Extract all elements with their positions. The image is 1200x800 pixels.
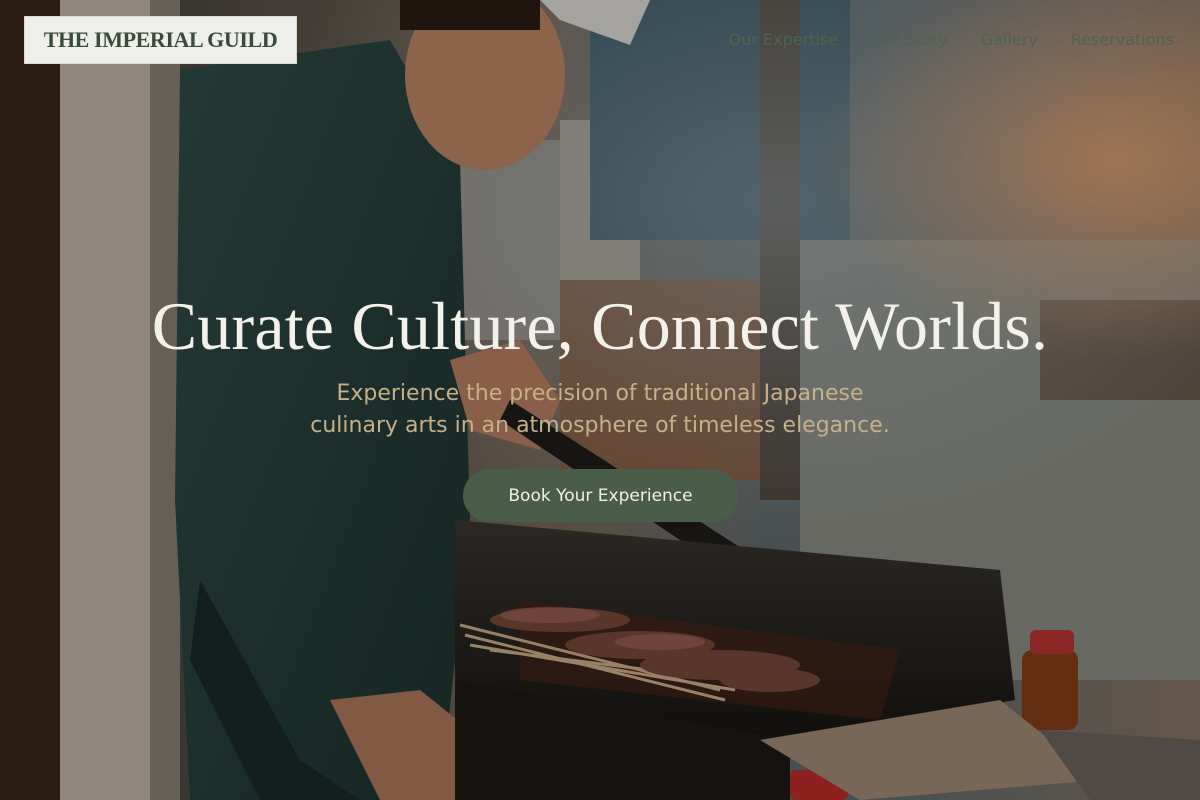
nav-link-our-story[interactable]: Our Story <box>871 30 948 49</box>
hero-subline-line-1: Experience the precision of traditional … <box>336 381 864 406</box>
nav-link-gallery[interactable]: Gallery <box>981 30 1038 49</box>
nav-link-our-expertise[interactable]: Our Expertise <box>729 30 838 49</box>
hero-subline-line-2: culinary arts in an atmosphere of timele… <box>310 413 890 438</box>
nav-link-reservations[interactable]: Reservations <box>1071 30 1174 49</box>
hero-headline: Curate Culture, Connect Worlds. <box>151 288 1049 364</box>
site-logo[interactable]: THE IMPERIAL GUILD <box>24 16 297 64</box>
main-nav: Our Expertise Our Story Gallery Reservat… <box>729 28 1174 50</box>
hero-subline: Experience the precision of traditional … <box>250 378 950 442</box>
book-experience-button[interactable]: Book Your Experience <box>463 469 738 522</box>
